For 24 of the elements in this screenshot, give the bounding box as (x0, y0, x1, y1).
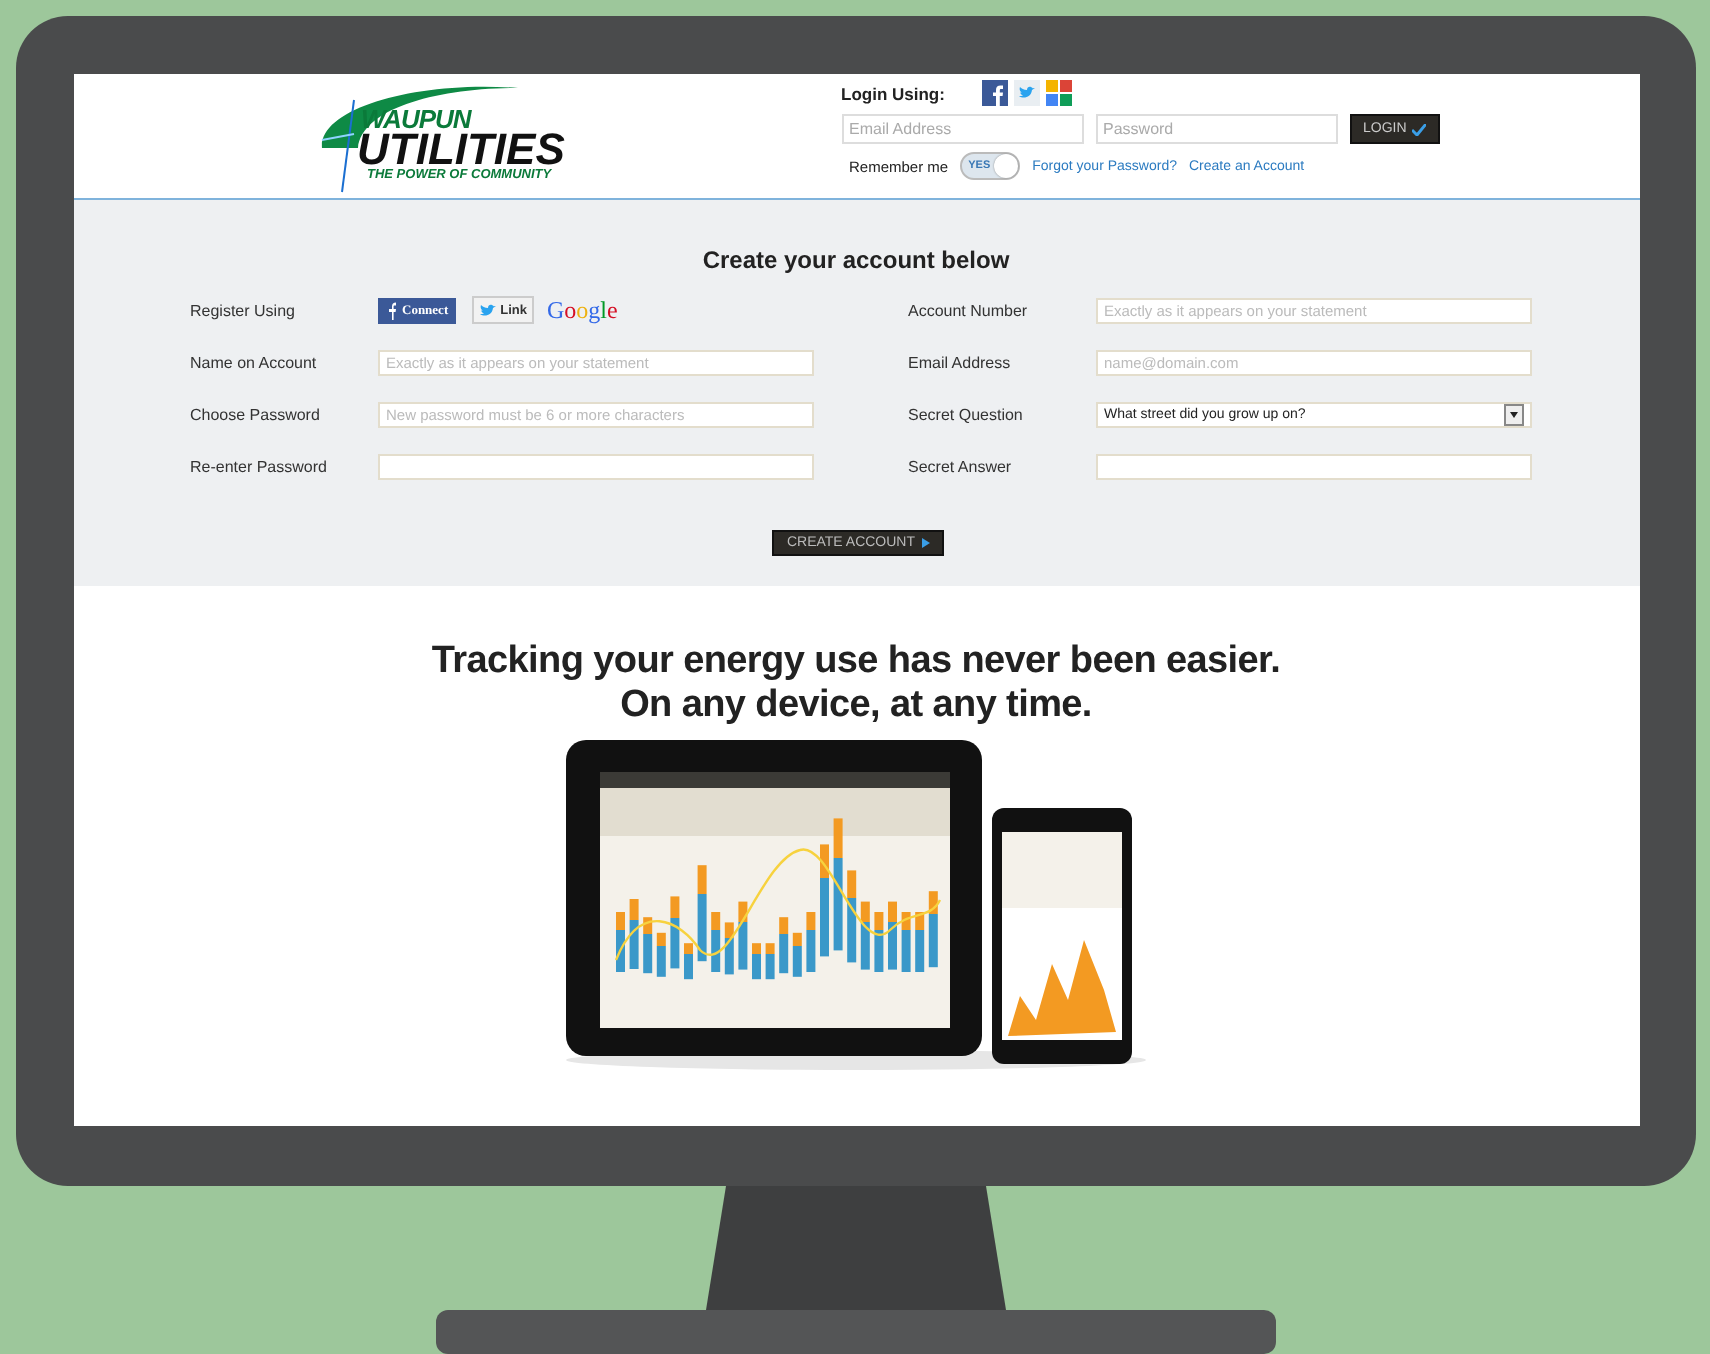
field-label: Secret Question (908, 405, 1025, 423)
bird-icon (480, 303, 497, 317)
google-button[interactable]: Google (546, 295, 618, 325)
password-field[interactable]: Password (1095, 114, 1337, 144)
input-field[interactable] (378, 453, 814, 479)
login-label: Login Using: (841, 83, 947, 103)
field-label: Name on Account (190, 353, 319, 371)
email-field[interactable]: Email Address (841, 114, 1083, 144)
field-label: Secret Answer (908, 457, 1014, 475)
form-title: Create your account below (702, 246, 1010, 274)
check-icon (1412, 123, 1427, 135)
input-field[interactable] (1096, 453, 1532, 479)
field-label: Re-enter Password (190, 457, 329, 475)
field-label: Choose Password (190, 405, 322, 423)
caret-icon[interactable] (1504, 403, 1524, 425)
headline: Tracking your energy use has never been easier. (431, 640, 1281, 684)
facebook-icon[interactable] (981, 80, 1007, 106)
field-label: Email Address (908, 353, 1013, 371)
facebook-icon (386, 301, 396, 319)
headline: On any device, at any time. (620, 684, 1092, 728)
field-label: Register Using (190, 301, 297, 319)
google-plus-icon[interactable] (1045, 80, 1071, 106)
play-icon (921, 538, 930, 548)
field-label: Account Number (908, 301, 1030, 319)
